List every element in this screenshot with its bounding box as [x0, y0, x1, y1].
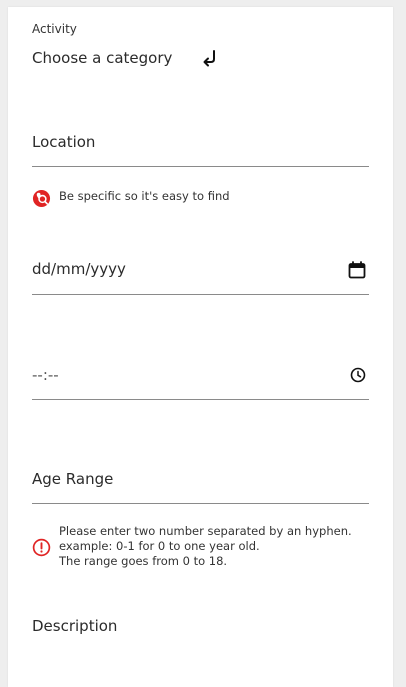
- location-hint-text: Be specific so it's easy to find: [59, 189, 230, 203]
- search-location-icon: [32, 189, 51, 208]
- time-input[interactable]: --:--: [32, 366, 59, 384]
- age-range-underline: [32, 503, 369, 504]
- location-hint: Be specific so it's easy to find: [32, 189, 230, 208]
- age-range-hint-line: The range goes from 0 to 18.: [59, 554, 228, 568]
- activity-selected-value[interactable]: Choose a category: [32, 49, 172, 67]
- alert-circle-icon: [32, 538, 51, 557]
- age-range-input[interactable]: Age Range: [32, 470, 113, 488]
- time-underline: [32, 399, 369, 400]
- age-range-hint: Please enter two number separated by an …: [32, 524, 352, 569]
- date-input[interactable]: dd/mm/yyyy: [32, 260, 126, 278]
- clock-icon[interactable]: [350, 367, 366, 383]
- location-underline: [32, 166, 369, 167]
- event-form-card: Activity Choose a category Location Be s…: [8, 7, 393, 687]
- calendar-icon[interactable]: [348, 261, 366, 279]
- age-range-hint-line: example: 0-1 for 0 to one year old.: [59, 539, 260, 553]
- return-arrow-icon[interactable]: [201, 48, 219, 68]
- location-input[interactable]: Location: [32, 133, 95, 151]
- description-input[interactable]: Description: [32, 617, 117, 635]
- age-range-hint-text: Please enter two number separated by an …: [59, 524, 352, 569]
- activity-label: Activity: [32, 22, 77, 36]
- date-underline: [32, 294, 369, 295]
- age-range-hint-line: Please enter two number separated by an …: [59, 524, 352, 538]
